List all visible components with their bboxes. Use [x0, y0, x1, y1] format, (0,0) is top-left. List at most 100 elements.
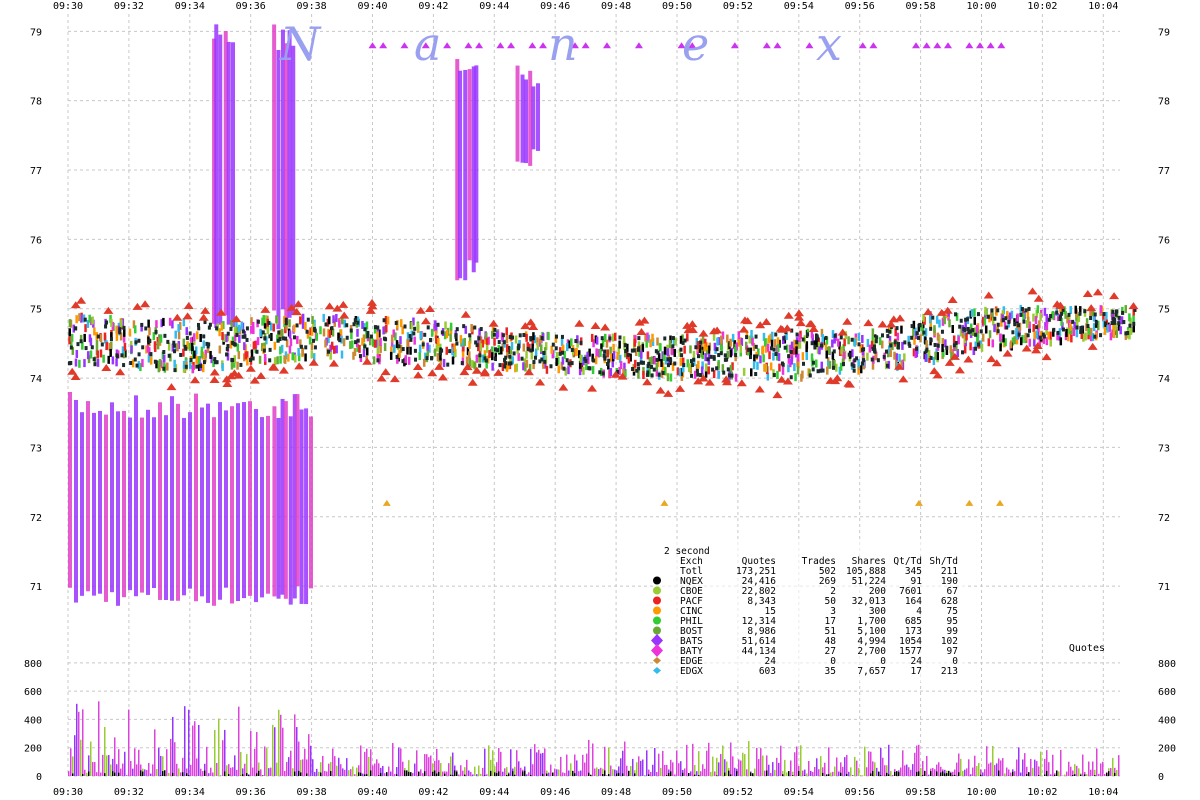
volume-bar [510, 749, 512, 776]
quote-tick [868, 344, 872, 353]
volume-bar [168, 772, 170, 776]
volume-bar [520, 767, 522, 776]
trade-mark [184, 364, 188, 369]
trade-mark [1020, 307, 1024, 312]
volume-bar [720, 753, 722, 776]
quote-tick [1112, 330, 1116, 339]
trade-mark [1042, 334, 1046, 339]
trade-mark [105, 320, 109, 325]
volume-bar [128, 709, 130, 776]
quote-tick [430, 328, 434, 337]
volume-bar [870, 751, 872, 776]
quote-tick [244, 351, 247, 360]
volume-bar [888, 744, 890, 776]
volume-bar [250, 731, 252, 776]
quote-triangle [389, 375, 400, 383]
volume-bar [1090, 769, 1092, 776]
x-tick-label-bottom: 10:02 [1027, 787, 1057, 798]
quote-tick [653, 356, 656, 365]
quote-tick [963, 345, 967, 354]
trade-mark [249, 357, 253, 362]
trade-mark [83, 317, 87, 322]
trade-mark [811, 367, 815, 372]
trade-mark [832, 349, 836, 354]
volume-bar [302, 759, 304, 776]
volume-bar-nqex [896, 771, 898, 776]
quote-tick [659, 343, 662, 352]
quote-tick [991, 339, 995, 348]
quote-tick [540, 344, 543, 353]
quote-tick [773, 339, 777, 348]
volume-bar [360, 745, 362, 776]
volume-bar [824, 762, 826, 776]
volume-bar [626, 765, 628, 776]
volume-bar [518, 761, 520, 776]
volume-bar-nqex [454, 770, 456, 776]
quote-tick [413, 336, 416, 345]
trade-mark [646, 364, 650, 369]
volume-bar [1040, 751, 1042, 776]
trade-mark [477, 336, 481, 341]
trade-mark [1111, 309, 1115, 314]
trade-mark [517, 343, 521, 348]
quote-tick [86, 351, 90, 360]
quote-tick [468, 340, 471, 349]
trade-mark [873, 344, 877, 349]
trade-mark [1079, 329, 1083, 334]
trade-mark [996, 322, 1000, 327]
y-tick-label-right: 76 [1158, 235, 1170, 246]
trade-mark [284, 317, 288, 322]
quote-triangle [558, 383, 569, 391]
quote-tick [193, 350, 196, 359]
edge-quote-triangle [660, 499, 669, 506]
quote-triangle [574, 319, 585, 327]
legend-marker [653, 616, 661, 625]
volume-bar [92, 761, 94, 776]
volume-bar-nqex [506, 775, 508, 776]
volume-bar-nqex [924, 771, 926, 776]
quote-tick [166, 362, 169, 371]
volume-bar [926, 756, 928, 776]
nanex-watermark: Nanex [279, 17, 842, 71]
volume-bar [70, 748, 72, 776]
trade-mark [426, 325, 430, 330]
quote-tick [805, 344, 808, 353]
quote-triangle [362, 357, 373, 365]
trade-mark [1103, 321, 1107, 326]
quote-triangle [963, 355, 974, 363]
x-tick-label-top: 09:30 [53, 1, 83, 12]
trade-mark [964, 317, 968, 322]
y-tick-label-left: 79 [30, 27, 42, 38]
quote-marks [67, 24, 1139, 606]
x-tick-label-bottom: 09:48 [601, 787, 631, 798]
volume-bar [810, 770, 812, 776]
quote-triangle [983, 291, 994, 299]
trade-mark [896, 345, 900, 350]
trade-mark [562, 366, 566, 371]
trade-mark [226, 331, 230, 336]
quote-triangle [324, 302, 335, 310]
trade-mark [520, 356, 524, 361]
volume-bar [1024, 753, 1026, 776]
volume-bar [1010, 772, 1012, 776]
volume-bar [636, 762, 638, 776]
quote-tick [936, 352, 939, 361]
quote-tick [485, 338, 489, 347]
trade-mark [251, 356, 255, 361]
quote-tick [928, 315, 932, 324]
volume-bar [1050, 774, 1052, 776]
trade-mark [666, 363, 670, 368]
quote-tick [1074, 305, 1078, 314]
trade-mark [606, 361, 610, 366]
trade-mark [185, 335, 189, 340]
trade-mark [312, 338, 316, 343]
legend-marker [653, 606, 661, 615]
quote-tick [1069, 322, 1072, 331]
quote-tick [115, 325, 118, 334]
stub-quote-column [214, 24, 219, 328]
volume-bar [74, 735, 76, 776]
x-tick-label-bottom: 09:56 [845, 787, 875, 798]
volume-bar-nqex [406, 770, 408, 776]
y-tick-label-left: 75 [30, 305, 42, 316]
volume-bar-nqex [386, 772, 388, 776]
